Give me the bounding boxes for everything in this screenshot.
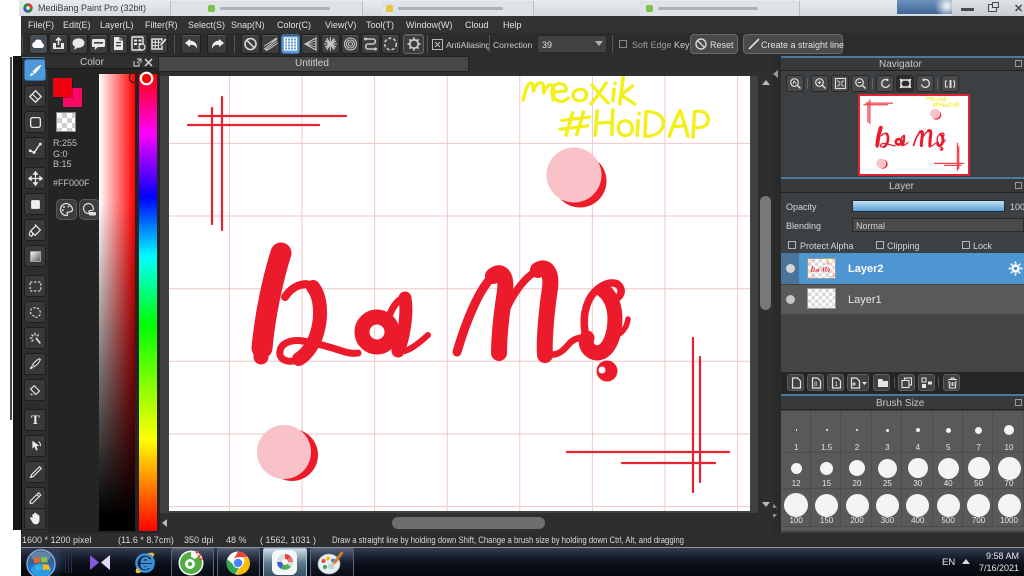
svg-text:8: 8 — [814, 382, 818, 388]
svg-text:1: 1 — [835, 382, 839, 388]
